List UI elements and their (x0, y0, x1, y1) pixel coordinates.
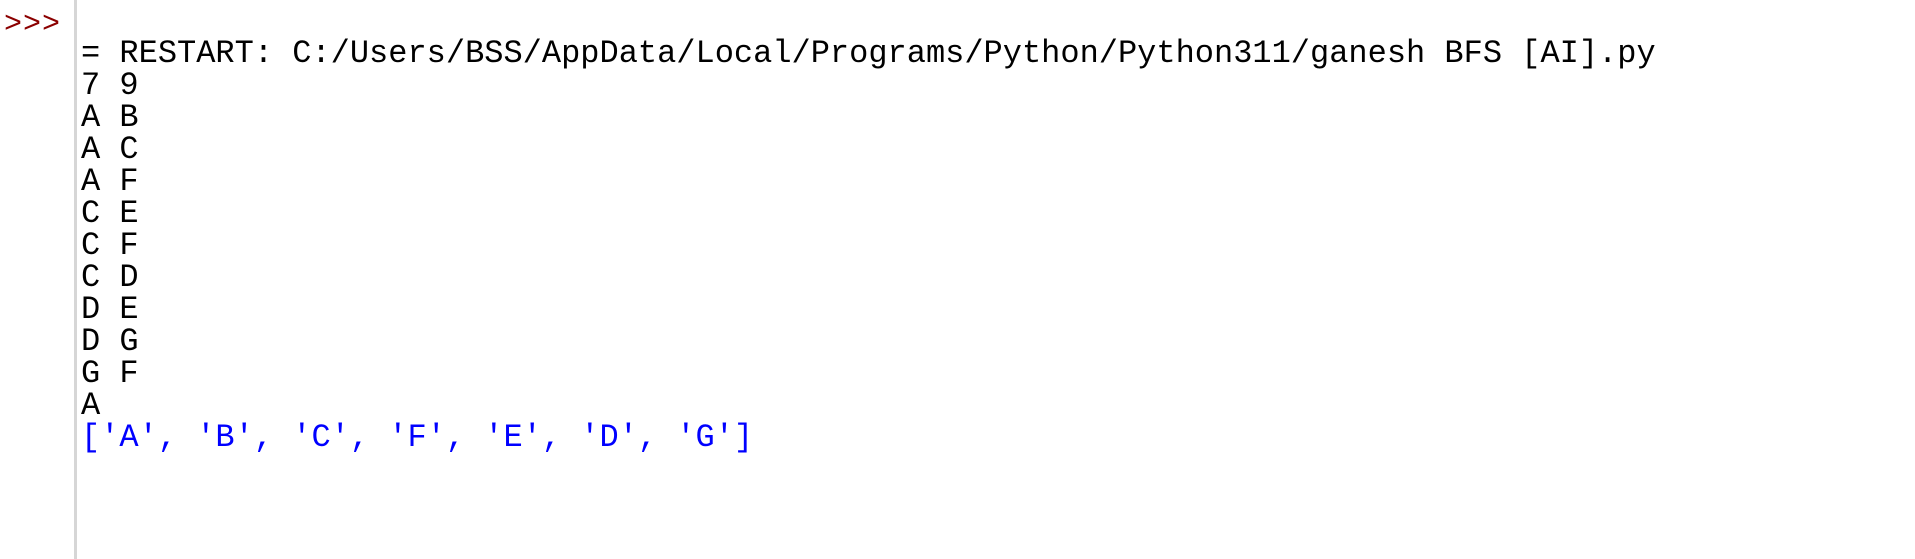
bfs-result-output: ['A', 'B', 'C', 'F', 'E', 'D', 'G'] (81, 419, 754, 456)
shell-gutter: >>> (0, 0, 74, 559)
shell-text-area[interactable]: = RESTART: C:/Users/BSS/AppData/Local/Pr… (81, 0, 1915, 559)
restart-line: = RESTART: C:/Users/BSS/AppData/Local/Pr… (81, 35, 1656, 72)
shell-prompt: >>> (4, 8, 62, 42)
gutter-divider (74, 0, 77, 559)
python-shell-window: >>> = RESTART: C:/Users/BSS/AppData/Loca… (0, 0, 1915, 559)
